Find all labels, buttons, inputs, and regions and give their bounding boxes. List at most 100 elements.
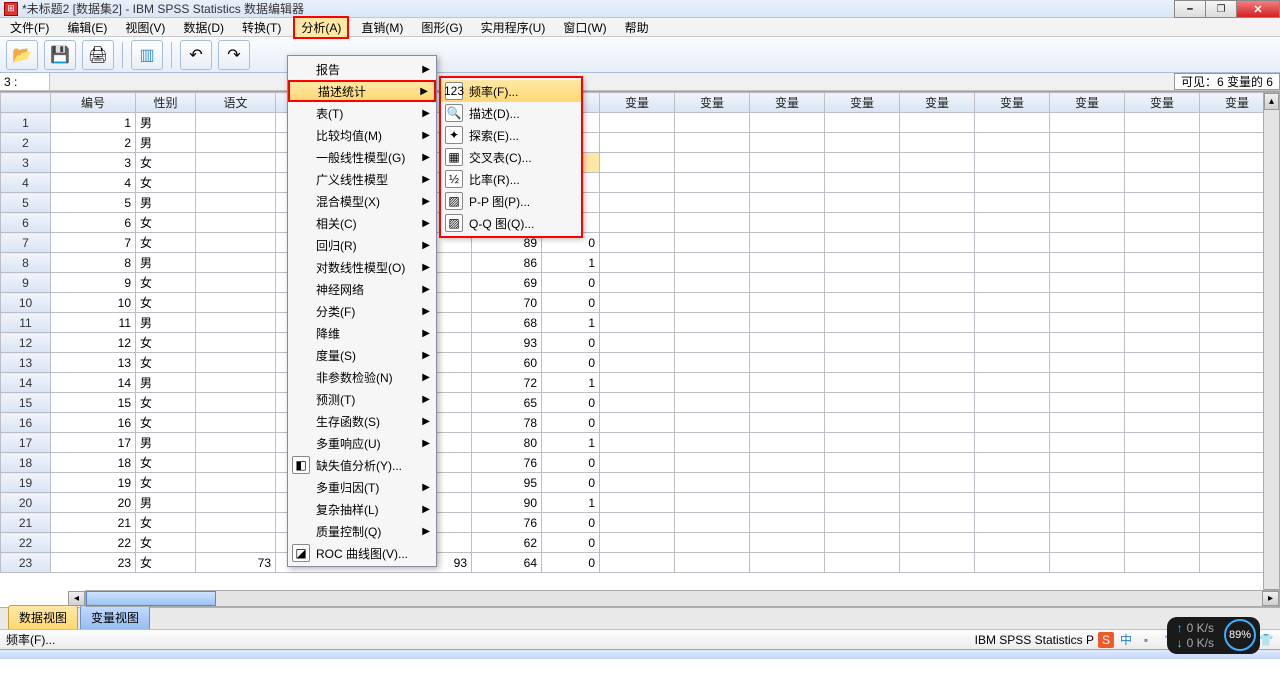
row-header[interactable]: 4 — [1, 173, 51, 193]
cell[interactable] — [750, 373, 825, 393]
cell[interactable] — [1125, 313, 1200, 333]
cell[interactable] — [1125, 173, 1200, 193]
cell[interactable]: 18 — [51, 453, 136, 473]
cell[interactable]: 女 — [136, 473, 196, 493]
cell[interactable] — [1050, 293, 1125, 313]
cell[interactable] — [1050, 453, 1125, 473]
menu-4[interactable]: 转换(T) — [236, 18, 287, 37]
cell[interactable]: 0 — [542, 273, 600, 293]
scroll-right-button[interactable]: ▸ — [1262, 591, 1279, 606]
cell[interactable] — [675, 313, 750, 333]
ime-icon[interactable]: S — [1098, 632, 1114, 648]
menu-item[interactable]: 非参数检验(N)▶ — [288, 366, 436, 388]
cell[interactable] — [825, 393, 900, 413]
cell[interactable]: 64 — [472, 553, 542, 573]
cell[interactable] — [600, 293, 675, 313]
cell[interactable] — [1125, 293, 1200, 313]
cell[interactable] — [750, 513, 825, 533]
percent-circle[interactable]: 89% — [1224, 619, 1256, 651]
table-row[interactable]: 1919女950 — [1, 473, 1280, 493]
cell[interactable] — [600, 233, 675, 253]
menu-item[interactable]: 表(T)▶ — [288, 102, 436, 124]
menu-item[interactable]: 比较均值(M)▶ — [288, 124, 436, 146]
cell-name[interactable]: 3 : — [0, 73, 50, 90]
cell[interactable]: 女 — [136, 453, 196, 473]
cell[interactable] — [975, 233, 1050, 253]
cell[interactable]: 3 — [51, 153, 136, 173]
cell[interactable] — [825, 533, 900, 553]
column-header-var[interactable]: 变量 — [675, 93, 750, 113]
cell[interactable] — [900, 313, 975, 333]
cell[interactable] — [825, 353, 900, 373]
cell[interactable]: 78 — [472, 413, 542, 433]
cell[interactable] — [750, 433, 825, 453]
cell[interactable] — [675, 533, 750, 553]
cell[interactable] — [1125, 353, 1200, 373]
cell[interactable] — [1125, 193, 1200, 213]
table-row[interactable]: 1515女650 — [1, 393, 1280, 413]
table-row[interactable]: 1616女780 — [1, 413, 1280, 433]
cell[interactable] — [825, 553, 900, 573]
cell[interactable]: 22 — [51, 533, 136, 553]
cell[interactable] — [600, 513, 675, 533]
menu-item[interactable]: 降维▶ — [288, 322, 436, 344]
cell[interactable] — [900, 553, 975, 573]
cell[interactable] — [825, 273, 900, 293]
cell[interactable] — [975, 113, 1050, 133]
cell[interactable] — [675, 293, 750, 313]
column-header[interactable]: 语文 — [196, 93, 276, 113]
vertical-scrollbar[interactable]: ▴ ▾ — [1263, 92, 1280, 607]
cell[interactable]: 7 — [51, 233, 136, 253]
cell[interactable] — [1125, 153, 1200, 173]
tab-data-view[interactable]: 数据视图 — [8, 605, 78, 629]
cell[interactable] — [196, 473, 276, 493]
cell[interactable] — [900, 453, 975, 473]
cell[interactable] — [975, 493, 1050, 513]
cell[interactable]: 2 — [51, 133, 136, 153]
column-header-var[interactable]: 变量 — [1050, 93, 1125, 113]
table-row[interactable]: 1313女600 — [1, 353, 1280, 373]
table-row[interactable]: 2323女7393640 — [1, 553, 1280, 573]
cell[interactable] — [825, 293, 900, 313]
menu-item[interactable]: 分类(F)▶ — [288, 300, 436, 322]
cell[interactable] — [196, 133, 276, 153]
submenu-item[interactable]: ✦探索(E)... — [441, 124, 581, 146]
cell[interactable]: 0 — [542, 453, 600, 473]
table-row[interactable]: 2020男901 — [1, 493, 1280, 513]
menu-10[interactable]: 帮助 — [619, 18, 655, 37]
recall-button[interactable]: ▥ — [131, 40, 163, 70]
table-row[interactable]: 2222女620 — [1, 533, 1280, 553]
cell[interactable] — [825, 413, 900, 433]
cell[interactable] — [600, 153, 675, 173]
cell[interactable] — [900, 353, 975, 373]
cell[interactable]: 19 — [51, 473, 136, 493]
cell[interactable] — [600, 133, 675, 153]
column-header[interactable]: 编号 — [51, 93, 136, 113]
cell[interactable] — [196, 153, 276, 173]
cell[interactable]: 86 — [472, 253, 542, 273]
cell[interactable] — [825, 253, 900, 273]
cell[interactable]: 1 — [542, 433, 600, 453]
table-row[interactable]: 1111男681 — [1, 313, 1280, 333]
cell[interactable] — [1125, 253, 1200, 273]
cell[interactable] — [600, 273, 675, 293]
cell[interactable] — [975, 133, 1050, 153]
cell[interactable] — [1125, 553, 1200, 573]
cell[interactable]: 女 — [136, 413, 196, 433]
cell[interactable] — [825, 233, 900, 253]
cell[interactable] — [1050, 233, 1125, 253]
cell[interactable]: 0 — [542, 533, 600, 553]
cell[interactable] — [1050, 133, 1125, 153]
menu-item[interactable]: 预测(T)▶ — [288, 388, 436, 410]
menu-item[interactable]: 描述统计▶ — [288, 80, 436, 102]
cell[interactable] — [1050, 173, 1125, 193]
cell[interactable] — [675, 153, 750, 173]
cell[interactable] — [1125, 493, 1200, 513]
cell[interactable]: 21 — [51, 513, 136, 533]
cell[interactable]: 男 — [136, 113, 196, 133]
cell[interactable]: 0 — [542, 473, 600, 493]
cell[interactable]: 0 — [542, 413, 600, 433]
cell[interactable] — [825, 493, 900, 513]
cell[interactable]: 0 — [542, 333, 600, 353]
cell[interactable] — [600, 413, 675, 433]
